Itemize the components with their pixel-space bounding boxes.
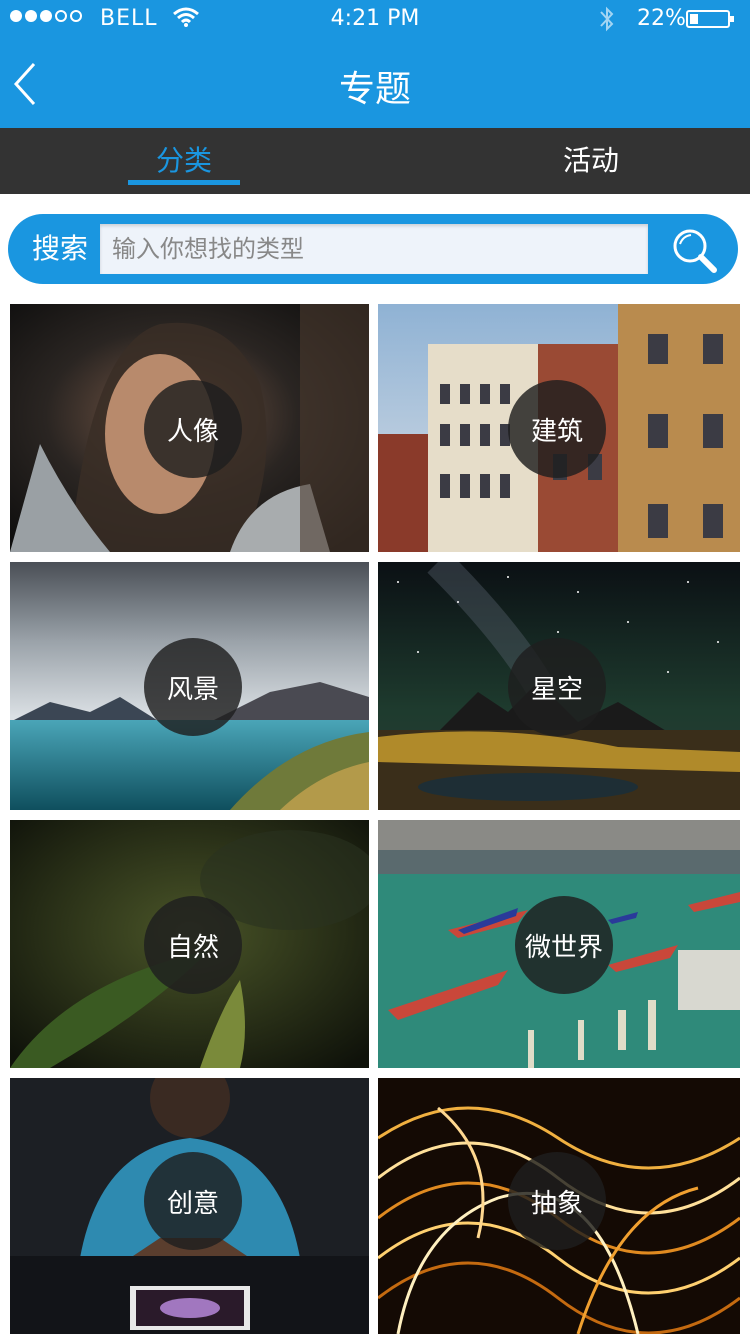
category-tile-nature[interactable]: 自然 xyxy=(10,820,369,1068)
status-bar: BELL 4:21 PM 22% xyxy=(0,0,750,40)
category-tile-landscape[interactable]: 风景 xyxy=(10,562,369,810)
tab-bar: 分类 活动 xyxy=(0,128,750,194)
search-input[interactable] xyxy=(100,224,648,274)
category-label: 微世界 xyxy=(515,896,613,994)
search-label: 搜索 xyxy=(32,232,89,265)
category-tile-creative[interactable]: 创意 xyxy=(10,1078,369,1334)
category-tile-starry-sky[interactable]: 星空 xyxy=(378,562,740,810)
category-label: 风景 xyxy=(144,638,242,736)
app-header: BELL 4:21 PM 22% 专题 xyxy=(0,0,750,128)
battery-percentage: 22% xyxy=(637,6,686,31)
category-tile-abstract[interactable]: 抽象 xyxy=(378,1078,740,1334)
battery-icon xyxy=(686,10,734,28)
category-tile-micro-world[interactable]: 微世界 xyxy=(378,820,740,1068)
category-label: 抽象 xyxy=(508,1152,606,1250)
category-label: 建筑 xyxy=(508,380,606,478)
search-bar: 搜索 xyxy=(8,214,738,284)
category-tile-portrait[interactable]: 人像 xyxy=(10,304,369,552)
category-label: 星空 xyxy=(508,638,606,736)
category-label: 自然 xyxy=(144,896,242,994)
tab-activity[interactable]: 活动 xyxy=(535,128,647,194)
category-label: 创意 xyxy=(144,1152,242,1250)
search-button[interactable] xyxy=(664,222,724,276)
bluetooth-icon xyxy=(598,4,616,40)
page-title: 专题 xyxy=(338,69,411,110)
search-icon xyxy=(673,229,717,273)
category-label: 人像 xyxy=(144,380,242,478)
category-tile-architecture[interactable]: 建筑 xyxy=(378,304,740,552)
active-tab-indicator xyxy=(128,180,240,185)
